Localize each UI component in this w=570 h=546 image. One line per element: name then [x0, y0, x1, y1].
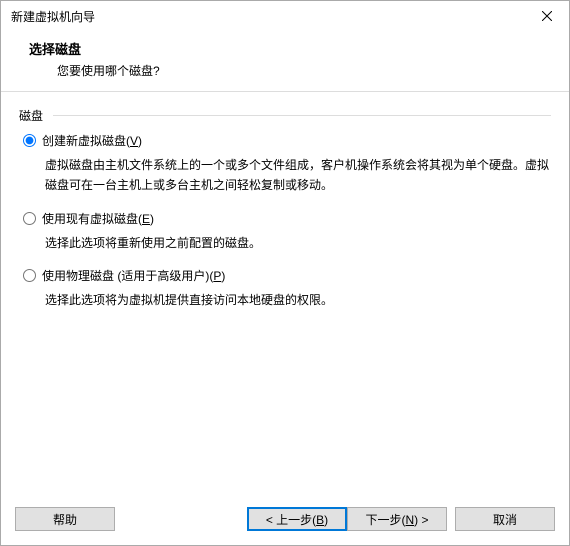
option-use-existing-row[interactable]: 使用现有虚拟磁盘(E) [23, 210, 551, 227]
help-button[interactable]: 帮助 [15, 507, 115, 531]
titlebar: 新建虚拟机向导 [1, 1, 569, 31]
option-create-new-label: 创建新虚拟磁盘(V) [42, 132, 142, 149]
disk-fieldset: 磁盘 创建新虚拟磁盘(V) 虚拟磁盘由主机文件系统上的一个或多个文件组成，客户机… [19, 108, 551, 311]
option-use-existing-label: 使用现有虚拟磁盘(E) [42, 210, 154, 227]
option-physical-label: 使用物理磁盘 (适用于高级用户)(P) [42, 267, 225, 284]
radio-use-existing[interactable] [23, 212, 36, 225]
content-area: 磁盘 创建新虚拟磁盘(V) 虚拟磁盘由主机文件系统上的一个或多个文件组成，客户机… [1, 92, 569, 497]
wizard-header: 选择磁盘 您要使用哪个磁盘? [1, 31, 569, 91]
option-physical: 使用物理磁盘 (适用于高级用户)(P) 选择此选项将为虚拟机提供直接访问本地硬盘… [23, 267, 551, 310]
radio-physical[interactable] [23, 269, 36, 282]
option-create-new-desc: 虚拟磁盘由主机文件系统上的一个或多个文件组成，客户机操作系统会将其视为单个硬盘。… [45, 155, 551, 196]
window-title: 新建虚拟机向导 [11, 8, 95, 25]
radio-create-new[interactable] [23, 134, 36, 147]
cancel-button[interactable]: 取消 [455, 507, 555, 531]
back-button[interactable]: < 上一步(B) [247, 507, 347, 531]
next-button[interactable]: 下一步(N) > [347, 507, 447, 531]
page-subtitle: 您要使用哪个磁盘? [29, 62, 549, 79]
footer: 帮助 < 上一步(B) 下一步(N) > 取消 [1, 497, 569, 545]
option-physical-row[interactable]: 使用物理磁盘 (适用于高级用户)(P) [23, 267, 551, 284]
fieldset-legend: 磁盘 [19, 107, 49, 124]
close-button[interactable] [525, 1, 569, 31]
page-title: 选择磁盘 [29, 39, 549, 58]
close-icon [542, 11, 552, 21]
option-physical-desc: 选择此选项将为虚拟机提供直接访问本地硬盘的权限。 [45, 290, 551, 310]
option-create-new-row[interactable]: 创建新虚拟磁盘(V) [23, 132, 551, 149]
option-use-existing: 使用现有虚拟磁盘(E) 选择此选项将重新使用之前配置的磁盘。 [23, 210, 551, 253]
option-create-new: 创建新虚拟磁盘(V) 虚拟磁盘由主机文件系统上的一个或多个文件组成，客户机操作系… [23, 132, 551, 196]
option-use-existing-desc: 选择此选项将重新使用之前配置的磁盘。 [45, 233, 551, 253]
